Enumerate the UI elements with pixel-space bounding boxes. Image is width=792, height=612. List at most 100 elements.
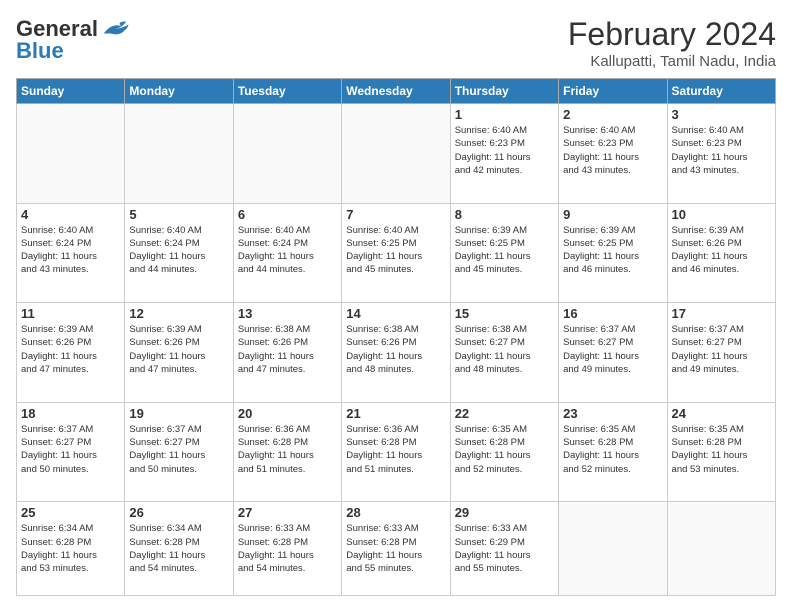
day-info: Sunrise: 6:35 AM Sunset: 6:28 PM Dayligh…: [563, 423, 662, 476]
table-row: 27 Sunrise: 6:33 AM Sunset: 6:28 PM Dayli…: [233, 502, 341, 596]
day-info: Sunrise: 6:35 AM Sunset: 6:28 PM Dayligh…: [455, 423, 554, 476]
day-number: 8: [455, 207, 554, 222]
day-number: 5: [129, 207, 228, 222]
table-row: 9 Sunrise: 6:39 AM Sunset: 6:25 PM Daylig…: [559, 203, 667, 303]
calendar-week-row: 4 Sunrise: 6:40 AM Sunset: 6:24 PM Daylig…: [17, 203, 776, 303]
day-number: 10: [672, 207, 771, 222]
day-number: 25: [21, 505, 120, 520]
day-number: 12: [129, 306, 228, 321]
table-row: 3Sunrise: 6:40 AM Sunset: 6:23 PM Daylig…: [667, 104, 775, 204]
table-row: 20Sunrise: 6:36 AM Sunset: 6:28 PM Dayli…: [233, 402, 341, 502]
day-number: 29: [455, 505, 554, 520]
table-row: 21 Sunrise: 6:36 AM Sunset: 6:28 PM Dayli…: [342, 402, 450, 502]
table-row: [125, 104, 233, 204]
table-row: [17, 104, 125, 204]
col-saturday: Saturday: [667, 79, 775, 104]
col-tuesday: Tuesday: [233, 79, 341, 104]
table-row: 18 Sunrise: 6:37 AM Sunset: 6:27 PM Dayli…: [17, 402, 125, 502]
logo: General Blue: [16, 16, 130, 64]
day-info: Sunrise: 6:36 AM Sunset: 6:28 PM Dayligh…: [238, 423, 337, 476]
col-sunday: Sunday: [17, 79, 125, 104]
calendar-table: Sunday Monday Tuesday Wednesday Thursday…: [16, 78, 776, 596]
day-number: 9: [563, 207, 662, 222]
calendar-week-row: 25 Sunrise: 6:34 AM Sunset: 6:28 PM Dayli…: [17, 502, 776, 596]
day-info: Sunrise: 6:40 AM Sunset: 6:24 PM Dayligh…: [238, 224, 337, 277]
table-row: 7 Sunrise: 6:40 AM Sunset: 6:25 PM Daylig…: [342, 203, 450, 303]
header: General Blue February 2024 Kallupatti, T…: [16, 16, 776, 70]
day-number: 21: [346, 406, 445, 421]
table-row: 15 Sunrise: 6:38 AM Sunset: 6:27 PM Dayli…: [450, 303, 558, 403]
day-info: Sunrise: 6:39 AM Sunset: 6:25 PM Dayligh…: [563, 224, 662, 277]
day-info: Sunrise: 6:34 AM Sunset: 6:28 PM Dayligh…: [129, 522, 228, 575]
day-number: 11: [21, 306, 120, 321]
day-number: 13: [238, 306, 337, 321]
table-row: 4 Sunrise: 6:40 AM Sunset: 6:24 PM Daylig…: [17, 203, 125, 303]
day-number: 24: [672, 406, 771, 421]
table-row: 25Sunrise: 6:34 AM Sunset: 6:28 PM Dayli…: [17, 502, 125, 596]
day-number: 3: [672, 107, 771, 122]
day-number: 7: [346, 207, 445, 222]
day-number: 4: [21, 207, 120, 222]
day-number: 15: [455, 306, 554, 321]
table-row: 5 Sunrise: 6:40 AM Sunset: 6:24 PM Daylig…: [125, 203, 233, 303]
calendar-header-row: Sunday Monday Tuesday Wednesday Thursday…: [17, 79, 776, 104]
day-number: 14: [346, 306, 445, 321]
month-year: February 2024: [568, 16, 776, 53]
table-row: 11 Sunrise: 6:39 AM Sunset: 6:26 PM Dayli…: [17, 303, 125, 403]
day-info: Sunrise: 6:35 AM Sunset: 6:28 PM Dayligh…: [672, 423, 771, 476]
table-row: 12 Sunrise: 6:39 AM Sunset: 6:26 PM Dayli…: [125, 303, 233, 403]
table-row: 13 Sunrise: 6:38 AM Sunset: 6:26 PM Dayli…: [233, 303, 341, 403]
location: Kallupatti, Tamil Nadu, India: [568, 53, 776, 70]
day-info: Sunrise: 6:40 AM Sunset: 6:24 PM Dayligh…: [129, 224, 228, 277]
col-monday: Monday: [125, 79, 233, 104]
day-info: Sunrise: 6:38 AM Sunset: 6:27 PM Dayligh…: [455, 323, 554, 376]
table-row: 22 Sunrise: 6:35 AM Sunset: 6:28 PM Dayli…: [450, 402, 558, 502]
day-number: 2: [563, 107, 662, 122]
day-info: Sunrise: 6:39 AM Sunset: 6:25 PM Dayligh…: [455, 224, 554, 277]
table-row: 8 Sunrise: 6:39 AM Sunset: 6:25 PM Daylig…: [450, 203, 558, 303]
table-row: 10 Sunrise: 6:39 AM Sunset: 6:26 PM Dayli…: [667, 203, 775, 303]
day-number: 23: [563, 406, 662, 421]
day-info: Sunrise: 6:39 AM Sunset: 6:26 PM Dayligh…: [129, 323, 228, 376]
table-row: [559, 502, 667, 596]
day-number: 27: [238, 505, 337, 520]
day-info: Sunrise: 6:33 AM Sunset: 6:29 PM Dayligh…: [455, 522, 554, 575]
day-info: Sunrise: 6:40 AM Sunset: 6:23 PM Dayligh…: [455, 124, 554, 177]
logo-blue: Blue: [16, 38, 64, 64]
day-number: 17: [672, 306, 771, 321]
day-info: Sunrise: 6:38 AM Sunset: 6:26 PM Dayligh…: [346, 323, 445, 376]
calendar-week-row: 11 Sunrise: 6:39 AM Sunset: 6:26 PM Dayli…: [17, 303, 776, 403]
calendar-week-row: 1 Sunrise: 6:40 AM Sunset: 6:23 PM Daylig…: [17, 104, 776, 204]
table-row: 1 Sunrise: 6:40 AM Sunset: 6:23 PM Daylig…: [450, 104, 558, 204]
table-row: 16Sunrise: 6:37 AM Sunset: 6:27 PM Dayli…: [559, 303, 667, 403]
table-row: 24 Sunrise: 6:35 AM Sunset: 6:28 PM Dayli…: [667, 402, 775, 502]
table-row: 23 Sunrise: 6:35 AM Sunset: 6:28 PM Dayli…: [559, 402, 667, 502]
table-row: [233, 104, 341, 204]
day-info: Sunrise: 6:38 AM Sunset: 6:26 PM Dayligh…: [238, 323, 337, 376]
day-info: Sunrise: 6:33 AM Sunset: 6:28 PM Dayligh…: [346, 522, 445, 575]
day-number: 26: [129, 505, 228, 520]
day-number: 28: [346, 505, 445, 520]
page: General Blue February 2024 Kallupatti, T…: [0, 0, 792, 612]
day-number: 1: [455, 107, 554, 122]
day-number: 16: [563, 306, 662, 321]
day-info: Sunrise: 6:37 AM Sunset: 6:27 PM Dayligh…: [21, 423, 120, 476]
table-row: 2Sunrise: 6:40 AM Sunset: 6:23 PM Daylig…: [559, 104, 667, 204]
day-info: Sunrise: 6:39 AM Sunset: 6:26 PM Dayligh…: [672, 224, 771, 277]
day-info: Sunrise: 6:39 AM Sunset: 6:26 PM Dayligh…: [21, 323, 120, 376]
day-number: 6: [238, 207, 337, 222]
table-row: 14 Sunrise: 6:38 AM Sunset: 6:26 PM Dayli…: [342, 303, 450, 403]
day-number: 18: [21, 406, 120, 421]
table-row: 17 Sunrise: 6:37 AM Sunset: 6:27 PM Dayli…: [667, 303, 775, 403]
day-info: Sunrise: 6:37 AM Sunset: 6:27 PM Dayligh…: [129, 423, 228, 476]
col-thursday: Thursday: [450, 79, 558, 104]
day-info: Sunrise: 6:40 AM Sunset: 6:25 PM Dayligh…: [346, 224, 445, 277]
day-number: 22: [455, 406, 554, 421]
day-info: Sunrise: 6:33 AM Sunset: 6:28 PM Dayligh…: [238, 522, 337, 575]
table-row: 6 Sunrise: 6:40 AM Sunset: 6:24 PM Daylig…: [233, 203, 341, 303]
col-friday: Friday: [559, 79, 667, 104]
day-info: Sunrise: 6:36 AM Sunset: 6:28 PM Dayligh…: [346, 423, 445, 476]
day-info: Sunrise: 6:37 AM Sunset: 6:27 PM Dayligh…: [672, 323, 771, 376]
day-number: 19: [129, 406, 228, 421]
day-info: Sunrise: 6:40 AM Sunset: 6:24 PM Dayligh…: [21, 224, 120, 277]
